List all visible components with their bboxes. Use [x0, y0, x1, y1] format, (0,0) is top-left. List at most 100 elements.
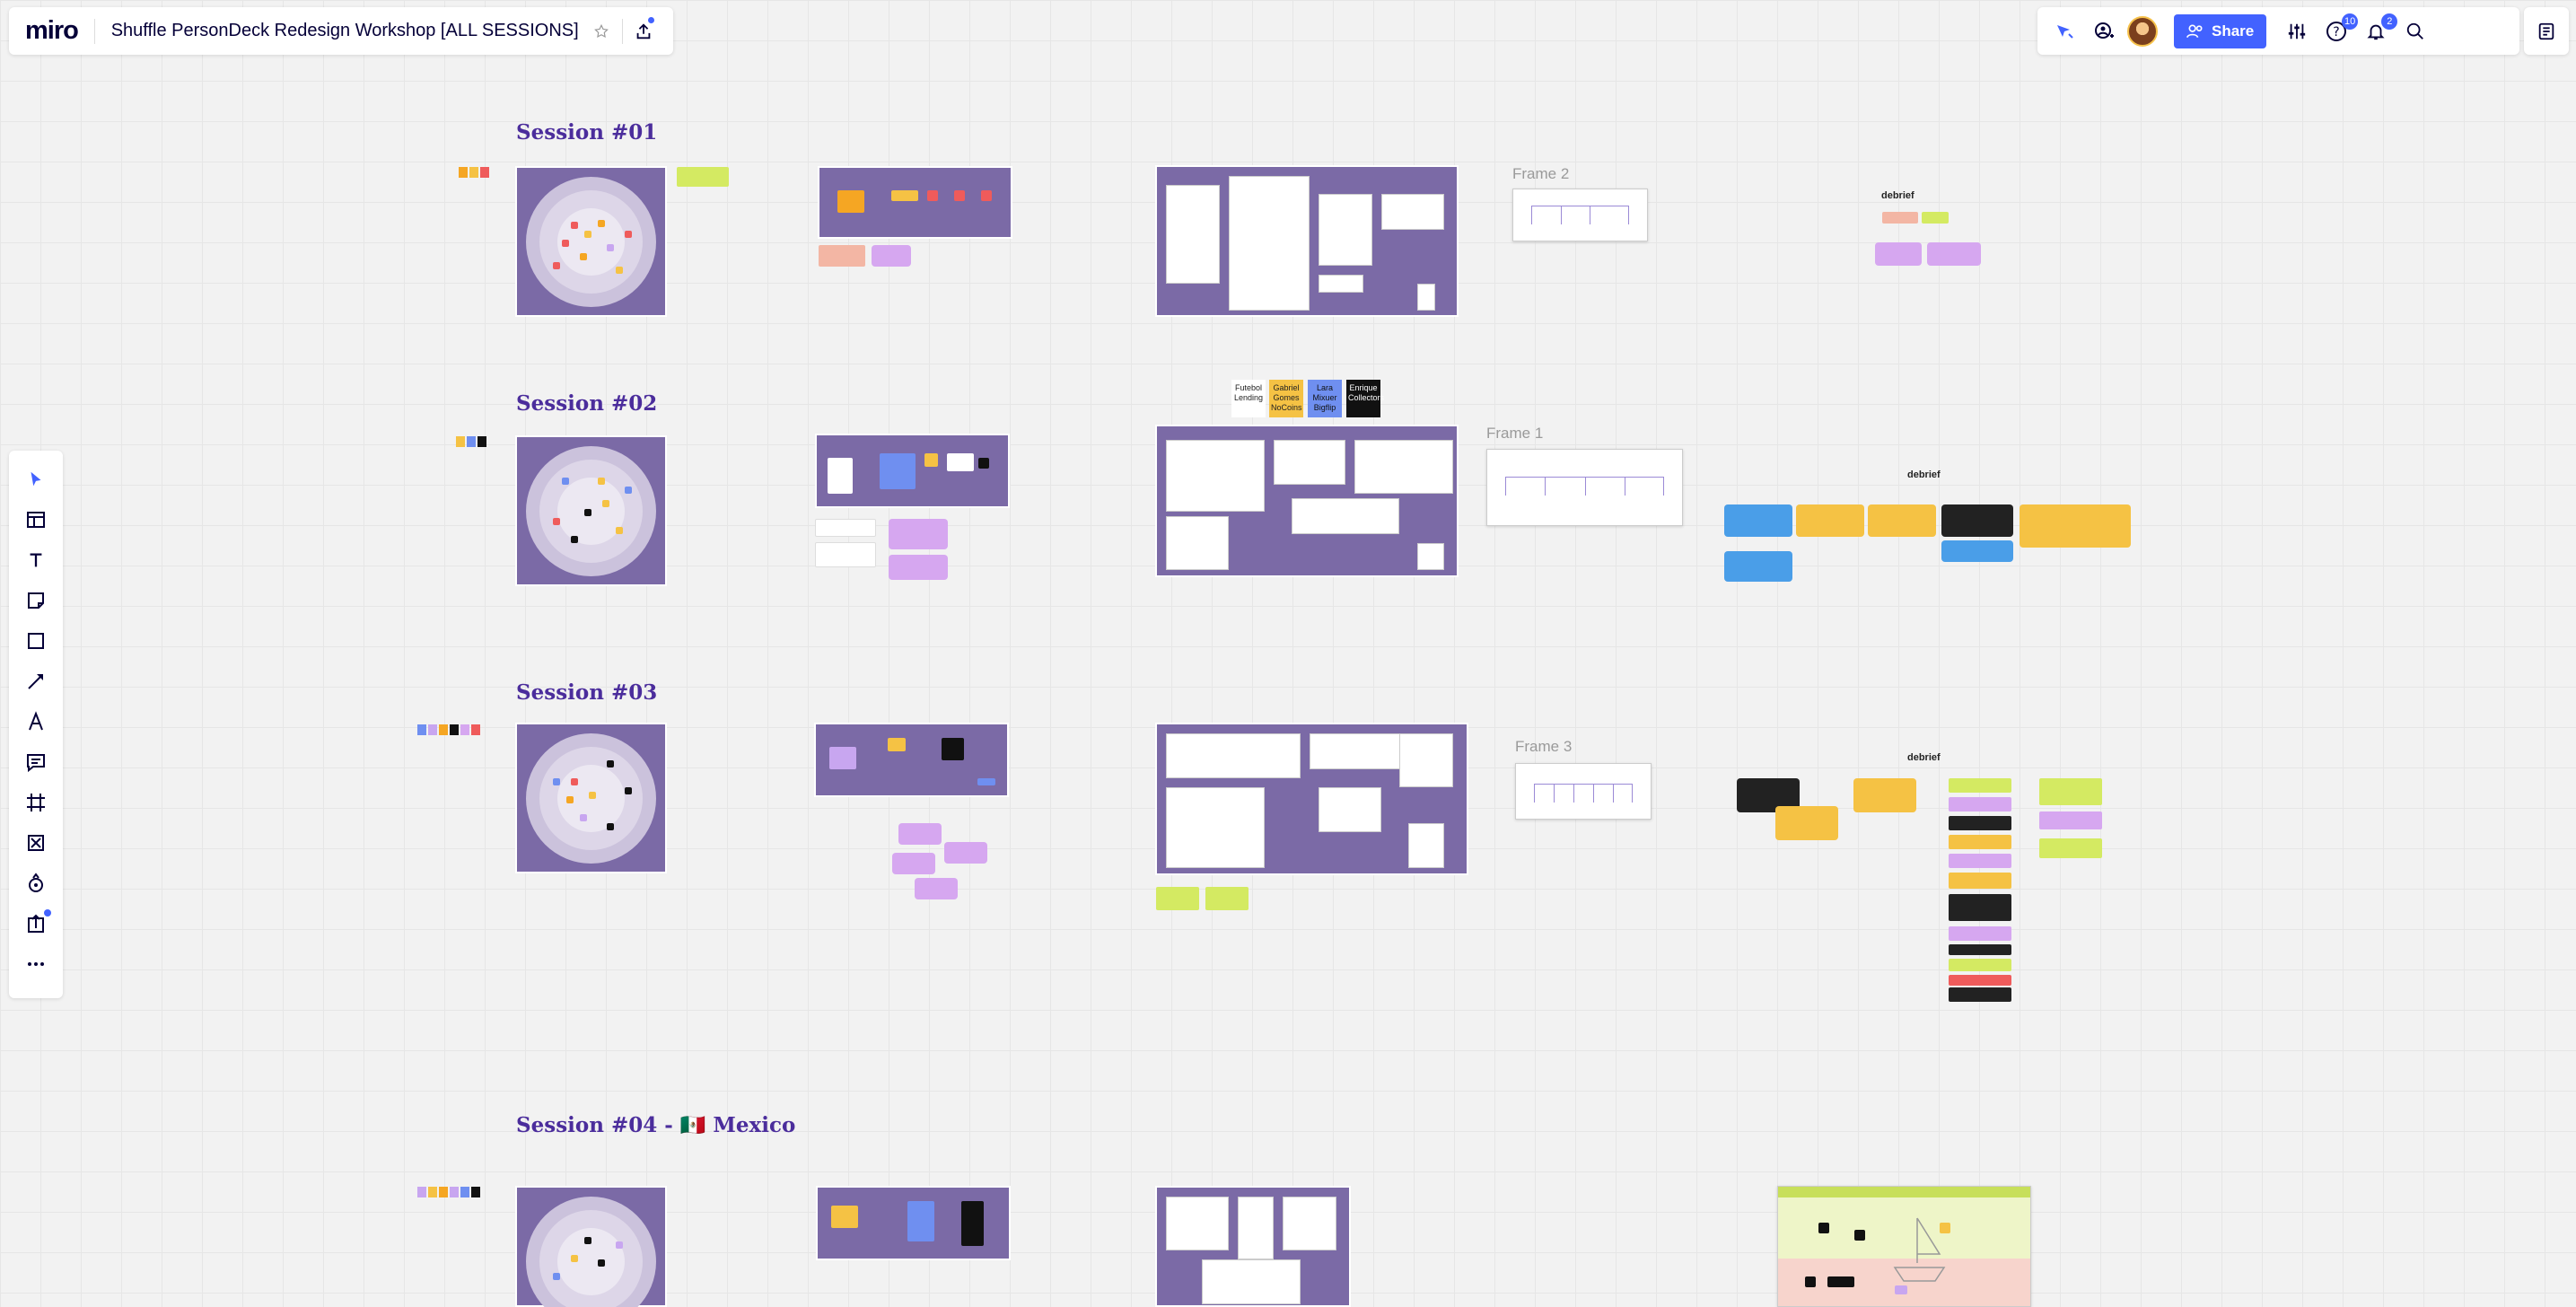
- search-icon[interactable]: [2399, 15, 2431, 48]
- connector-icon[interactable]: [18, 665, 54, 697]
- comment-bubble[interactable]: [889, 519, 948, 549]
- target-circle-frame[interactable]: [515, 166, 667, 317]
- journey-frame[interactable]: [1155, 1186, 1351, 1307]
- target-circle-frame[interactable]: [515, 723, 667, 873]
- comment-bubble[interactable]: [1775, 806, 1838, 840]
- mapping-frame[interactable]: [816, 1186, 1011, 1260]
- comment-bubble[interactable]: [2020, 504, 2131, 548]
- debrief-label[interactable]: debrief: [1907, 752, 1941, 763]
- tree-frame[interactable]: [1486, 449, 1683, 526]
- comment-bubble[interactable]: [1724, 504, 1792, 537]
- comment-bubble[interactable]: [898, 823, 942, 845]
- frame-icon[interactable]: [18, 786, 54, 819]
- frame-label[interactable]: Frame 2: [1512, 165, 1569, 183]
- sticky-note[interactable]: [819, 245, 865, 267]
- mapping-frame[interactable]: [818, 166, 1012, 239]
- comment-bubble[interactable]: [1927, 242, 1981, 266]
- sticky-note[interactable]: [677, 167, 729, 187]
- debrief-label[interactable]: debrief: [1907, 469, 1941, 480]
- comment-bubble[interactable]: [1796, 504, 1864, 537]
- mapping-frame[interactable]: [814, 723, 1009, 797]
- templates-icon[interactable]: [18, 504, 54, 536]
- tree-frame[interactable]: [1515, 763, 1652, 820]
- summary-frame[interactable]: [1777, 1186, 2031, 1307]
- journey-frame[interactable]: [1155, 165, 1459, 317]
- sticky-note[interactable]: [1949, 873, 2011, 889]
- comment-icon[interactable]: [18, 746, 54, 778]
- sticky-note[interactable]: [1949, 778, 2011, 793]
- comment-bubble[interactable]: [1724, 551, 1792, 582]
- comment-bubble[interactable]: [1875, 242, 1922, 266]
- sticky-note[interactable]: [1949, 894, 2011, 921]
- journey-frame[interactable]: [1155, 723, 1468, 875]
- sticky-note[interactable]: [1949, 797, 2011, 811]
- comment-bubble[interactable]: [889, 555, 948, 580]
- miro-logo[interactable]: miro: [25, 16, 79, 46]
- export-icon[interactable]: [630, 15, 657, 48]
- comment-bubble[interactable]: [1941, 540, 2013, 562]
- presence-icon[interactable]: [2088, 15, 2120, 48]
- board-title[interactable]: Shuffle PersonDeck Redesign Workshop [AL…: [111, 21, 579, 41]
- sticky-note[interactable]: [815, 519, 876, 537]
- board-menu-icon[interactable]: [2524, 7, 2569, 55]
- sticky-note[interactable]: [1205, 887, 1249, 910]
- tree-frame[interactable]: [1512, 189, 1648, 241]
- comment-bubble[interactable]: [1941, 504, 2013, 537]
- sticky-note[interactable]: [1949, 816, 2011, 830]
- shape-icon[interactable]: [18, 625, 54, 657]
- pen-icon[interactable]: [18, 706, 54, 738]
- sticky-note[interactable]: [815, 542, 876, 567]
- sticky-note[interactable]: [1882, 212, 1918, 224]
- more-icon[interactable]: [18, 948, 54, 980]
- comment-bubble[interactable]: [915, 878, 958, 899]
- creation-toolbar: [9, 451, 63, 998]
- sticky-note[interactable]: [1949, 944, 2011, 955]
- notifications-badge: 2: [2381, 13, 2398, 30]
- mapping-frame[interactable]: [815, 434, 1010, 508]
- session-title[interactable]: Session #03: [516, 680, 657, 705]
- frame-label[interactable]: Frame 1: [1486, 425, 1543, 443]
- comment-bubble[interactable]: [1868, 504, 1936, 537]
- sticky-note[interactable]: [1949, 835, 2011, 849]
- sticky-note[interactable]: [1949, 926, 2011, 941]
- persona-tag[interactable]: Gabriel Gomes NoCoins: [1269, 380, 1303, 417]
- select-icon[interactable]: [18, 463, 54, 496]
- sticky-note[interactable]: [1922, 212, 1949, 224]
- user-avatar[interactable]: [2127, 15, 2158, 47]
- share-button[interactable]: Share: [2174, 13, 2267, 48]
- upload-icon[interactable]: [18, 908, 54, 940]
- persona-tag[interactable]: Lara Mixuer Bigflip: [1308, 380, 1342, 417]
- notifications-bell-icon[interactable]: 2: [2360, 13, 2398, 48]
- target-circle-frame[interactable]: [515, 435, 667, 586]
- sticky-note[interactable]: [1156, 887, 1199, 910]
- crop-icon[interactable]: [18, 827, 54, 859]
- help-icon[interactable]: ? 10: [2320, 13, 2359, 48]
- settings-sliders-icon[interactable]: [2281, 15, 2313, 48]
- session-title[interactable]: Session #01: [516, 120, 657, 145]
- sticky-note[interactable]: [2039, 778, 2102, 805]
- sticky-note[interactable]: [1949, 987, 2011, 1002]
- comment-bubble[interactable]: [892, 853, 935, 874]
- debrief-label[interactable]: debrief: [1881, 190, 1914, 201]
- comment-bubble[interactable]: [944, 842, 987, 864]
- frame-label[interactable]: Frame 3: [1515, 738, 1572, 756]
- comment-bubble[interactable]: [1853, 778, 1916, 812]
- target-circle-frame[interactable]: [515, 1186, 667, 1307]
- session-title[interactable]: Session #02: [516, 391, 657, 416]
- sticky-note[interactable]: [2039, 811, 2102, 829]
- header-divider: [621, 18, 623, 44]
- star-icon[interactable]: [588, 15, 615, 48]
- journey-frame[interactable]: [1155, 425, 1459, 577]
- sticky-note-icon[interactable]: [18, 584, 54, 617]
- reactions-icon[interactable]: [2048, 15, 2081, 48]
- comment-bubble[interactable]: [872, 245, 911, 267]
- session-title[interactable]: Session #04 - 🇲🇽 Mexico: [516, 1113, 795, 1137]
- persona-tag[interactable]: Enrique Collectors: [1346, 380, 1384, 417]
- sticky-note[interactable]: [2039, 838, 2102, 858]
- sticky-note[interactable]: [1949, 959, 2011, 971]
- sticky-note[interactable]: [1949, 854, 2011, 868]
- text-icon[interactable]: [18, 544, 54, 576]
- persona-tag[interactable]: Futebol Lending: [1231, 380, 1266, 417]
- sticky-note[interactable]: [1949, 975, 2011, 986]
- apps-icon[interactable]: [18, 867, 54, 899]
